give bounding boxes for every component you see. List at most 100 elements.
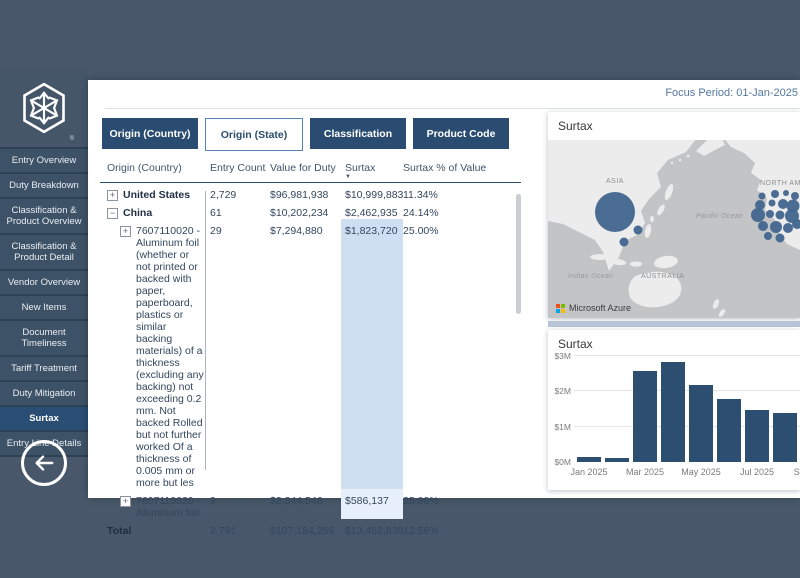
surtax-bubble[interactable]	[769, 200, 776, 207]
surtax-cell: $10,999,883	[341, 183, 403, 201]
surtax-cell: $586,137	[341, 489, 403, 519]
bar-mar-2025[interactable]	[633, 371, 657, 462]
surtax-bubble[interactable]	[595, 192, 635, 232]
column-header-label: Origin (Country)	[107, 162, 182, 174]
column-header-label: Value for Duty	[270, 162, 336, 174]
sidebar-item-tariff-treatment[interactable]: Tariff Treatment	[0, 357, 88, 380]
map-label-australia: AUSTRALIA	[641, 273, 684, 280]
expand-icon[interactable]: +	[120, 226, 131, 237]
origin-cell: +7607110020 - Aluminum foil	[100, 489, 205, 519]
surtax-cell: $13,462,839	[341, 519, 403, 537]
sidebar-item-duty-breakdown[interactable]: Duty Breakdown	[0, 174, 88, 197]
origin-label: Total	[107, 525, 131, 537]
registered-trademark-mark: ®	[70, 136, 74, 142]
x-tick-mar-2025: Mar 2025	[626, 467, 664, 477]
y-tick-3m: $3M	[548, 351, 571, 361]
sidebar-nav: Entry OverviewDuty BreakdownClassificati…	[0, 147, 88, 457]
surtax-bubble[interactable]	[770, 221, 782, 233]
column-header-value-for-duty[interactable]: Value for Duty	[270, 162, 341, 174]
surtax-bubble[interactable]	[778, 199, 788, 209]
origin-label: United States	[123, 189, 190, 201]
surtax-bubble[interactable]	[776, 211, 785, 220]
collapse-icon[interactable]: −	[107, 208, 118, 219]
bar-apr-2025[interactable]	[661, 362, 685, 462]
expand-icon[interactable]: +	[107, 190, 118, 201]
value-for-duty-cell: $96,981,938	[270, 183, 341, 201]
x-tick-jan-2025: Jan 2025	[570, 467, 607, 477]
surtax-bubble[interactable]	[783, 223, 793, 233]
entry-count-cell: 2,791	[205, 519, 270, 537]
bar-jun-2025[interactable]	[717, 399, 741, 462]
column-header-surtax[interactable]: Surtax▼	[341, 162, 403, 174]
surtax-cell: $1,823,720	[341, 219, 403, 489]
surtax-pct-cell: 24.14%	[403, 201, 521, 219]
sidebar-item-vendor-overview[interactable]: Vendor Overview	[0, 271, 88, 294]
y-tick-1m: $1M	[548, 422, 571, 432]
value-for-duty-cell: $2,344,546	[270, 489, 341, 519]
sidebar-item-surtax[interactable]: Surtax	[0, 407, 88, 430]
sidebar-item-classification-product-overview[interactable]: Classification & Product Overview	[0, 199, 88, 233]
sidebar-item-document-timeliness[interactable]: Document Timeliness	[0, 321, 88, 355]
bar-jan-2025[interactable]	[577, 457, 601, 462]
bar-aug-2025[interactable]	[773, 413, 797, 462]
azure-attribution: Microsoft Azure	[556, 303, 631, 313]
surtax-bubble[interactable]	[766, 210, 774, 218]
focus-period-label: Focus Period: 01-Jan-2025	[665, 87, 798, 99]
surtax-bubble[interactable]	[771, 190, 779, 198]
entry-count-cell: 9	[205, 489, 270, 519]
column-header-label: Surtax	[345, 162, 375, 174]
surtax-bubble[interactable]	[759, 193, 766, 200]
surtax-bubble[interactable]	[751, 208, 765, 222]
bar-jul-2025[interactable]	[745, 410, 769, 462]
surtax-bubble[interactable]	[791, 192, 799, 200]
sort-descending-icon: ▼	[345, 174, 351, 180]
surtax-pct-cell: 12.56%	[403, 519, 521, 537]
map-label-north-america: NORTH AMERICA	[760, 180, 800, 187]
column-header-origin-country[interactable]: Origin (Country)	[100, 162, 205, 174]
surtax-bubble[interactable]	[758, 221, 768, 231]
table-row-united-states[interactable]: +United States2,729$96,981,938$10,999,88…	[100, 183, 521, 201]
table-row-7607110020-aluminum-foil[interactable]: +7607110020 - Aluminum foil9$2,344,546$5…	[100, 489, 521, 519]
column-header-surtax-of-value[interactable]: Surtax % of Value	[403, 162, 521, 174]
world-map[interactable]: ASIANORTH AMERICAPacific OceanIndian Oce…	[548, 140, 800, 318]
y-tick-0m: $0M	[548, 457, 571, 467]
map-label-asia: ASIA	[606, 178, 624, 185]
origin-label: 7607110020 - Aluminum foil (whether or n…	[136, 225, 205, 489]
sidebar-item-entry-overview[interactable]: Entry Overview	[0, 149, 88, 172]
expand-icon[interactable]: +	[120, 496, 131, 507]
surtax-pct-cell: 25.00%	[403, 219, 521, 489]
dashboard-page: { "page": { "focus_period": "Focus Perio…	[0, 0, 800, 578]
sidebar-item-classification-product-detail[interactable]: Classification & Product Detail	[0, 235, 88, 269]
column-header-entry-count[interactable]: Entry Count	[205, 162, 270, 174]
surtax-bubble[interactable]	[634, 226, 643, 235]
tab-origin-state[interactable]: Origin (State)	[205, 118, 303, 151]
sidebar-item-new-items[interactable]: New Items	[0, 296, 88, 319]
sidebar-item-duty-mitigation[interactable]: Duty Mitigation	[0, 382, 88, 405]
value-for-duty-cell: $107,184,256	[270, 519, 341, 537]
x-tick-sep-2025: Sep 2025	[794, 467, 800, 477]
table-row-china[interactable]: −China61$10,202,234$2,462,93524.14%	[100, 201, 521, 219]
y-tick-2m: $2M	[548, 386, 571, 396]
surtax-bubble[interactable]	[764, 232, 772, 240]
surtax-map-card: Surtax ASIANORTH AME	[548, 112, 800, 318]
column-header-label: Surtax % of Value	[403, 162, 486, 174]
table-row-total[interactable]: Total 2,791$107,184,256$13,462,83912.56%	[100, 519, 521, 537]
table-header-row: Origin (Country) Entry CountValue for Dut…	[100, 158, 521, 183]
table-scrollbar[interactable]	[516, 194, 521, 314]
origin-label: 7607110020 - Aluminum foil	[136, 495, 205, 519]
bar-may-2025[interactable]	[689, 385, 713, 462]
gridline-2M	[574, 390, 800, 391]
back-button[interactable]	[21, 440, 67, 486]
tab-product-code[interactable]: Product Code	[413, 118, 509, 149]
surtax-bubble[interactable]	[783, 190, 789, 196]
surtax-bubble[interactable]	[620, 238, 629, 247]
x-tick-jul-2025: Jul 2025	[740, 467, 774, 477]
table-row-7607110020-aluminum-foil-wheth[interactable]: +7607110020 - Aluminum foil (whether or …	[100, 219, 521, 489]
tab-origin-country[interactable]: Origin (Country)	[102, 118, 198, 149]
map-title: Surtax	[558, 119, 593, 133]
map-card-bottom-strip	[548, 321, 800, 327]
surtax-bubble[interactable]	[776, 234, 785, 243]
bar-feb-2025[interactable]	[605, 458, 629, 462]
tab-classification[interactable]: Classification	[310, 118, 406, 149]
hexagon-arrows-logo-icon	[18, 80, 70, 136]
